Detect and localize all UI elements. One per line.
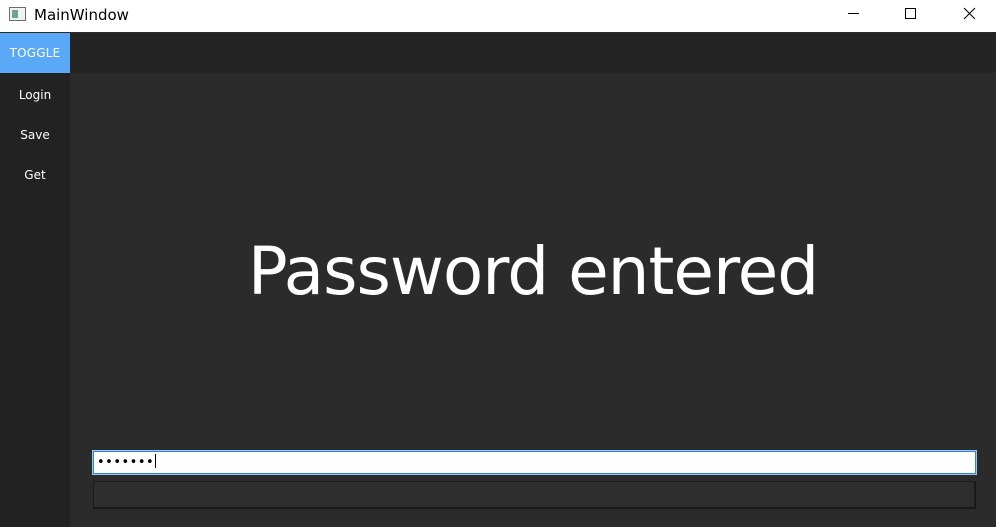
minimize-button[interactable] — [824, 0, 882, 30]
title-bar[interactable]: MainWindow — [0, 0, 996, 32]
sidebar-item-login[interactable]: Login — [0, 75, 70, 115]
close-icon — [963, 7, 976, 20]
maximize-icon — [905, 8, 916, 19]
window-title: MainWindow — [34, 6, 129, 24]
main-window: MainWindow TOGGLE Login Save Get Passwor… — [0, 0, 996, 527]
app-window-icon — [9, 7, 26, 21]
toggle-button[interactable]: TOGGLE — [0, 33, 70, 73]
sidebar-item-save[interactable]: Save — [0, 115, 70, 155]
top-bar — [70, 33, 996, 73]
close-button[interactable] — [940, 0, 996, 30]
password-field[interactable]: ••••••• — [92, 450, 977, 475]
sidebar: TOGGLE Login Save Get — [0, 33, 70, 527]
sidebar-item-get[interactable]: Get — [0, 155, 70, 195]
submit-button[interactable] — [93, 481, 976, 509]
maximize-button[interactable] — [882, 0, 940, 30]
status-label: Password entered — [247, 233, 819, 310]
minimize-icon — [848, 13, 859, 14]
password-value: ••••••• — [97, 455, 155, 470]
text-caret — [155, 454, 157, 468]
